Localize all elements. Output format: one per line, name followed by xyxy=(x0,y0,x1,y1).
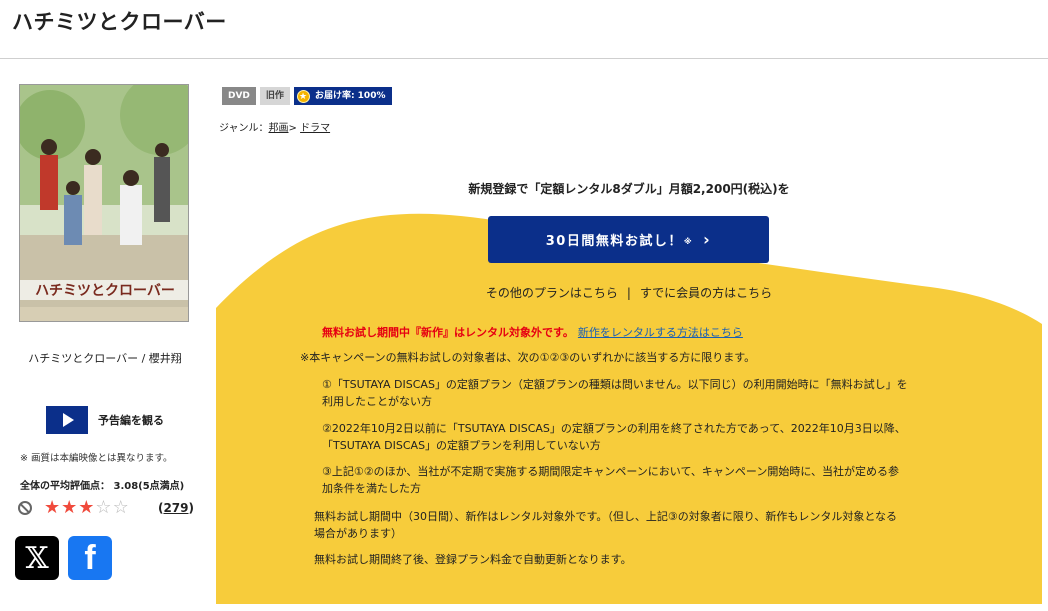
member-login-link[interactable]: すでに会員の方はこちら xyxy=(640,286,772,300)
star-rating: ★★★☆☆ xyxy=(44,497,130,518)
new-release-howto-link[interactable]: 新作をレンタルする方法はこちら xyxy=(578,326,743,339)
terms-item-3: ③上記①②のほか、当社が不定期で実施する期間限定キャンペーンにおいて、キャンペー… xyxy=(322,465,900,495)
star-empty-icon: ☆ xyxy=(112,497,130,518)
review-count: (279) xyxy=(157,501,194,515)
terms-intro: ※本キャンペーンの無料お試しの対象者は、次の①②③のいずれかに該当する方に限りま… xyxy=(300,351,756,364)
terms-item-1: ①「TSUTAYA DISCAS」の定額プラン（定額プランの種類は問いません。以… xyxy=(322,378,908,408)
other-plans-link[interactable]: その他のプランはこちら xyxy=(486,286,618,300)
rating-row: ★★★☆☆ (279) xyxy=(18,497,198,521)
title-divider xyxy=(0,58,1048,59)
trailer-button[interactable]: 予告編を観る xyxy=(46,406,164,434)
star-filled-icon: ★ xyxy=(78,497,96,518)
x-share-icon[interactable]: 𝕏 xyxy=(15,536,59,580)
genre-link-child[interactable]: ドラマ xyxy=(300,123,330,134)
chevron-right-icon: › xyxy=(703,230,712,249)
old-release-badge: 旧作 xyxy=(259,87,290,105)
badges: DVD 旧作 お届け率: 100% xyxy=(222,87,393,106)
play-icon[interactable] xyxy=(46,406,88,434)
free-trial-button[interactable]: 30日間無料お試し！ ※ › xyxy=(488,216,769,263)
promo-headline: 新規登録で「定額レンタル8ダブル」月額2,200円(税込)を xyxy=(468,182,790,196)
plan-links: その他のプランはこちら | すでに会員の方はこちら xyxy=(485,286,773,300)
star-empty-icon: ☆ xyxy=(95,497,113,518)
average-rating: 全体の平均評価点： 3.08(5点満点) xyxy=(20,481,185,492)
page-title: ハチミツとクローバー xyxy=(12,10,227,34)
dvd-badge: DVD xyxy=(222,87,256,105)
star-filled-icon: ★ xyxy=(44,497,62,518)
terms-auto-renewal: 無料お試し期間終了後、登録プラン料金で自動更新となります。 xyxy=(314,553,632,566)
delivery-rate-badge: お届け率: 100% xyxy=(293,87,393,106)
ban-icon[interactable] xyxy=(18,501,32,515)
svg-text:ハチミツとクローバー: ハチミツとクローバー xyxy=(35,283,175,299)
product-name: ハチミツとクローバー / 櫻井翔 xyxy=(28,352,182,365)
genre-breadcrumb: ジャンル：邦画> ドラマ xyxy=(219,123,331,134)
facebook-share-icon[interactable]: f xyxy=(68,536,112,580)
image-quality-note: ※ 画質は本編映像とは異なります。 xyxy=(20,453,173,464)
medal-icon xyxy=(296,88,310,106)
trailer-label[interactable]: 予告編を観る xyxy=(98,412,164,428)
poster-image: ハチミツとクローバー xyxy=(19,84,189,322)
terms-item-2: ②2022年10月2日以前に「TSUTAYA DISCAS」の定額プランの利用を… xyxy=(322,422,906,452)
terms-trial-period: 無料お試し期間中（30日間）、新作はレンタル対象外です。（但し、上記③の対象者に… xyxy=(314,510,897,540)
star-filled-icon: ★ xyxy=(61,497,79,518)
review-count-link[interactable]: 279 xyxy=(163,501,188,515)
new-release-warning: 無料お試し期間中『新作』はレンタル対象外です。 新作をレンタルする方法はこちら xyxy=(322,326,743,339)
genre-link-parent[interactable]: 邦画 xyxy=(269,123,289,134)
poster-illustration: ハチミツとクローバー xyxy=(20,85,188,321)
